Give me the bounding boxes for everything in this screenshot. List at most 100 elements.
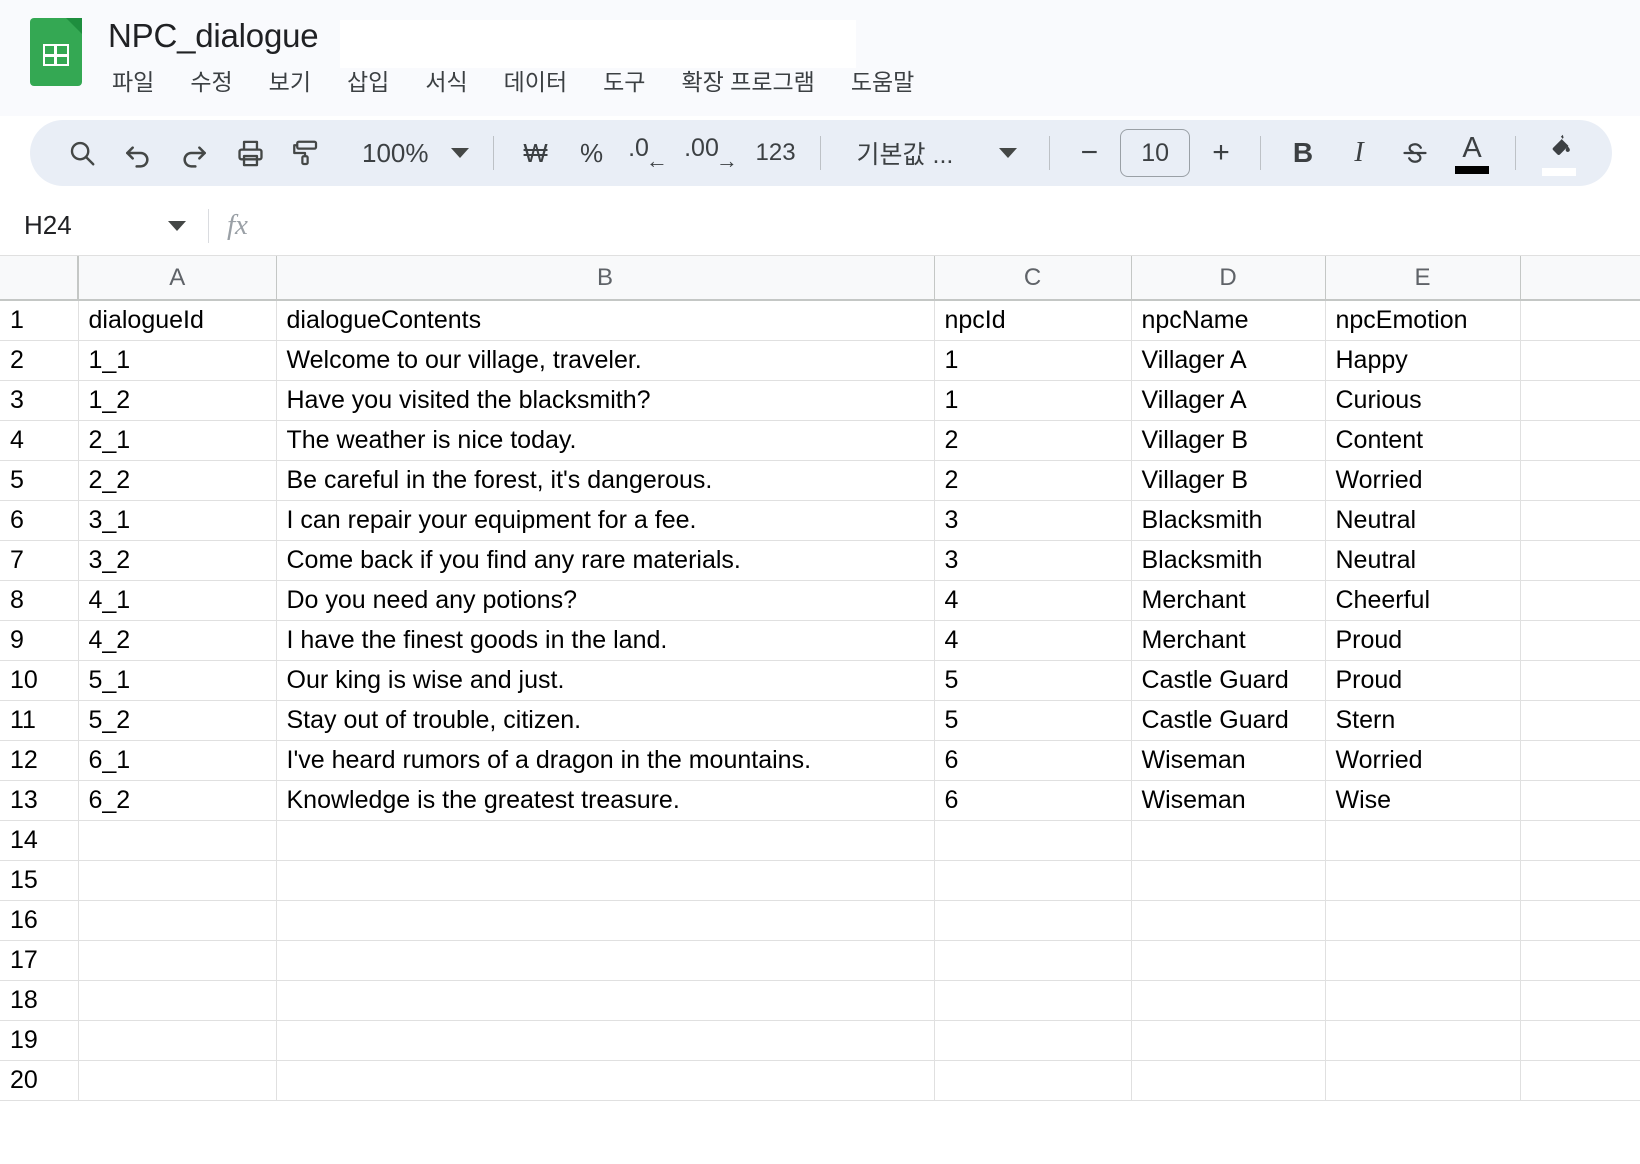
cell-A16[interactable] — [78, 900, 277, 941]
cell-B2[interactable]: Welcome to our village, traveler. — [276, 340, 935, 381]
undo-icon[interactable] — [110, 125, 166, 181]
cell-B5[interactable]: Be careful in the forest, it's dangerous… — [276, 460, 935, 501]
cell-C3[interactable]: 1 — [934, 380, 1132, 421]
cell-A3[interactable]: 1_2 — [78, 380, 277, 421]
cell-E1[interactable]: npcEmotion — [1325, 300, 1521, 341]
cell-C13[interactable]: 6 — [934, 780, 1132, 821]
cell-D1[interactable]: npcName — [1131, 300, 1326, 341]
google-sheets-logo[interactable] — [30, 18, 82, 86]
cell-A18[interactable] — [78, 980, 277, 1021]
table-row[interactable]: 15 — [0, 860, 1640, 901]
paint-format-icon[interactable] — [278, 125, 334, 181]
italic-button[interactable]: I — [1331, 127, 1387, 179]
cell-E12[interactable]: Worried — [1325, 740, 1521, 781]
currency-format-button[interactable]: ₩ — [508, 127, 564, 179]
cell-F15[interactable] — [1520, 860, 1640, 901]
menu-item-insert[interactable]: 삽입 — [345, 64, 391, 100]
cell-E19[interactable] — [1325, 1020, 1521, 1061]
cell-A11[interactable]: 5_2 — [78, 700, 277, 741]
cell-B3[interactable]: Have you visited the blacksmith? — [276, 380, 935, 421]
row-header-19[interactable]: 19 — [0, 1020, 79, 1061]
cell-D19[interactable] — [1131, 1020, 1326, 1061]
cell-E8[interactable]: Cheerful — [1325, 580, 1521, 621]
menu-item-view[interactable]: 보기 — [267, 64, 313, 100]
cell-A14[interactable] — [78, 820, 277, 861]
row-header-11[interactable]: 11 — [0, 700, 79, 741]
row-header-4[interactable]: 4 — [0, 420, 79, 461]
menu-item-file[interactable]: 파일 — [110, 64, 156, 100]
row-header-3[interactable]: 3 — [0, 380, 79, 421]
table-row[interactable]: 7 3_2 Come back if you find any rare mater… — [0, 540, 1640, 581]
table-row[interactable]: 2 1_1 Welcome to our village, traveler. 1 Vi… — [0, 340, 1640, 381]
cell-F2[interactable] — [1520, 340, 1640, 381]
row-header-17[interactable]: 17 — [0, 940, 79, 981]
cell-D3[interactable]: Villager A — [1131, 380, 1326, 421]
cell-D8[interactable]: Merchant — [1131, 580, 1326, 621]
cell-B12[interactable]: I've heard rumors of a dragon in the mou… — [276, 740, 935, 781]
cell-A10[interactable]: 5_1 — [78, 660, 277, 701]
fx-icon[interactable]: fx — [227, 209, 248, 242]
font-family-dropdown[interactable]: 기본값 ... — [841, 127, 1030, 179]
cell-C14[interactable] — [934, 820, 1132, 861]
cell-B11[interactable]: Stay out of trouble, citizen. — [276, 700, 935, 741]
cell-C2[interactable]: 1 — [934, 340, 1132, 381]
cell-F17[interactable] — [1520, 940, 1640, 981]
cell-F5[interactable] — [1520, 460, 1640, 501]
menu-item-data[interactable]: 데이터 — [502, 64, 569, 100]
cell-B17[interactable] — [276, 940, 935, 981]
cell-A12[interactable]: 6_1 — [78, 740, 277, 781]
cell-D6[interactable]: Blacksmith — [1131, 500, 1326, 541]
column-header-a[interactable]: A — [78, 256, 277, 301]
cell-B7[interactable]: Come back if you find any rare materials… — [276, 540, 935, 581]
cell-E4[interactable]: Content — [1325, 420, 1521, 461]
menu-item-extensions[interactable]: 확장 프로그램 — [679, 64, 816, 100]
cell-A2[interactable]: 1_1 — [78, 340, 277, 381]
table-row[interactable]: 12 6_1 I've heard rumors of a dragon in th… — [0, 740, 1640, 781]
cell-D15[interactable] — [1131, 860, 1326, 901]
cell-C10[interactable]: 5 — [934, 660, 1132, 701]
zoom-level-dropdown[interactable]: 100% — [348, 127, 479, 179]
cell-B20[interactable] — [276, 1060, 935, 1101]
table-row[interactable]: 14 — [0, 820, 1640, 861]
row-header-8[interactable]: 8 — [0, 580, 79, 621]
cell-F7[interactable] — [1520, 540, 1640, 581]
strikethrough-button[interactable] — [1387, 125, 1443, 181]
cell-D20[interactable] — [1131, 1060, 1326, 1101]
cell-A19[interactable] — [78, 1020, 277, 1061]
cell-B16[interactable] — [276, 900, 935, 941]
row-header-20[interactable]: 20 — [0, 1060, 79, 1101]
row-header-15[interactable]: 15 — [0, 860, 79, 901]
row-header-5[interactable]: 5 — [0, 460, 79, 501]
cell-D9[interactable]: Merchant — [1131, 620, 1326, 661]
cell-E16[interactable] — [1325, 900, 1521, 941]
menu-item-format[interactable]: 서식 — [423, 64, 469, 100]
select-all-corner[interactable] — [0, 256, 79, 301]
table-row[interactable]: 16 — [0, 900, 1640, 941]
row-header-16[interactable]: 16 — [0, 900, 79, 941]
cell-C7[interactable]: 3 — [934, 540, 1132, 581]
cell-E7[interactable]: Neutral — [1325, 540, 1521, 581]
row-header-18[interactable]: 18 — [0, 980, 79, 1021]
cell-C6[interactable]: 3 — [934, 500, 1132, 541]
cell-E6[interactable]: Neutral — [1325, 500, 1521, 541]
table-row[interactable]: 1 dialogueId dialogueContents npcId npcName n… — [0, 300, 1640, 341]
cell-F1[interactable] — [1520, 300, 1640, 341]
cell-E20[interactable] — [1325, 1060, 1521, 1101]
cell-D12[interactable]: Wiseman — [1131, 740, 1326, 781]
redo-icon[interactable] — [166, 125, 222, 181]
cell-F18[interactable] — [1520, 980, 1640, 1021]
table-row[interactable]: 6 3_1 I can repair your equipment for a fe… — [0, 500, 1640, 541]
table-row[interactable]: 20 — [0, 1060, 1640, 1101]
row-header-7[interactable]: 7 — [0, 540, 79, 581]
cell-F16[interactable] — [1520, 900, 1640, 941]
table-row[interactable]: 3 1_2 Have you visited the blacksmith? 1 Vil… — [0, 380, 1640, 421]
cell-A17[interactable] — [78, 940, 277, 981]
text-color-button[interactable]: A — [1443, 125, 1501, 181]
menu-item-tools[interactable]: 도구 — [601, 64, 647, 100]
cell-F14[interactable] — [1520, 820, 1640, 861]
cell-D2[interactable]: Villager A — [1131, 340, 1326, 381]
table-row[interactable]: 18 — [0, 980, 1640, 1021]
name-box[interactable]: H24 — [20, 204, 200, 248]
cell-F20[interactable] — [1520, 1060, 1640, 1101]
row-header-13[interactable]: 13 — [0, 780, 79, 821]
